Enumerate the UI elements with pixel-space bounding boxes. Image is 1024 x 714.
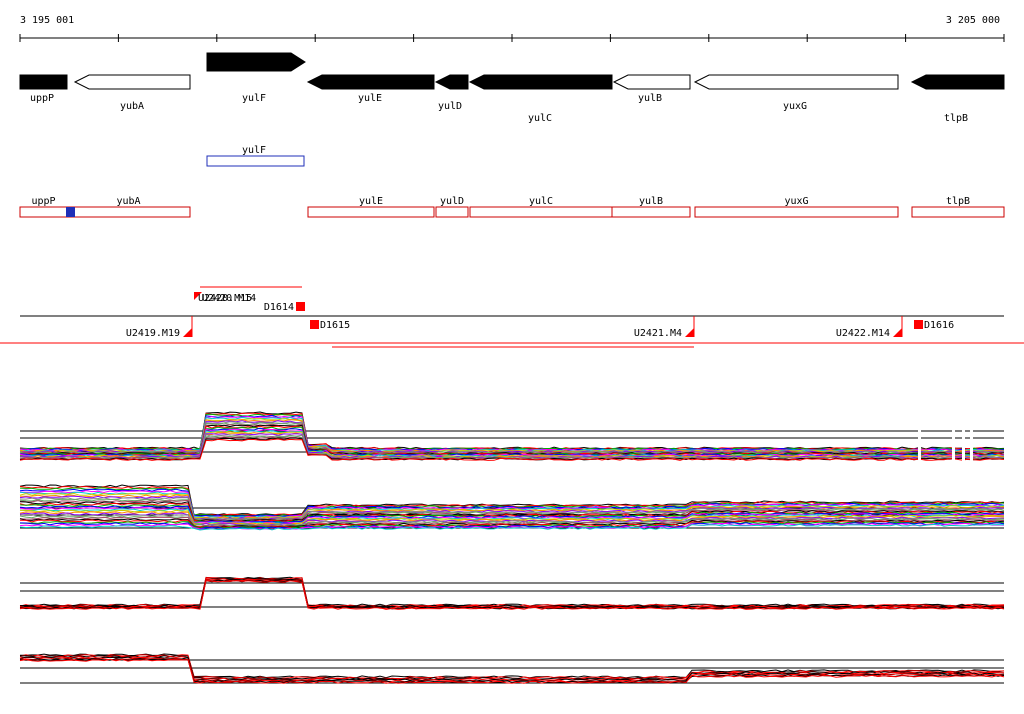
profile-trace [19,416,1005,452]
upshift-marker[interactable] [685,328,694,337]
operon-box-uppp[interactable] [19,206,68,218]
upshift-marker[interactable] [183,328,192,337]
profile-trace [19,656,1005,682]
genome-browser-view: 3 195 001 3 205 000 uppP yubA yulF yulE yulD… [0,15,1024,684]
upshift-marker[interactable] [893,328,902,337]
yulf-feature-label: yulF [242,145,266,156]
downshift-marker[interactable] [310,320,319,329]
gene-arrow-yulb[interactable] [612,74,691,90]
operon-box-yulc[interactable] [469,206,613,218]
profile-panel-4 [19,392,1005,684]
upshift-label: U2419.M19 [126,328,180,339]
gene-arrow-yuxg[interactable] [693,74,899,90]
shift-markers-track: U2419.M19U2420.M15U2420.M14U2421.M4 U2422… [0,286,1024,348]
profile-trace [19,413,1005,451]
operon-label-yulc: yulC [529,196,553,207]
gene-arrow-uppp[interactable] [19,74,68,90]
gene-arrow-yuld[interactable] [434,74,469,90]
operon-box-yuba[interactable] [66,206,191,218]
profile-trace [19,577,1005,608]
downshift-label: D1615 [320,320,350,331]
gene-label-yuld: yulD [438,101,462,112]
data-gap [962,392,965,462]
gene-label-tlpb: tlpB [944,113,968,124]
gene-label-yule: yulE [358,93,382,104]
operon-box-yulb[interactable] [611,206,691,218]
yulf-feature-track: yulF [206,145,305,167]
operon-box-yule[interactable] [307,206,435,218]
data-gap [952,392,955,462]
profile-trace [19,417,1005,453]
profile-panel-1 [19,392,1005,462]
ruler-start-label: 3 195 001 [20,15,74,26]
gene-arrow-yulc[interactable] [468,74,613,90]
gene-arrow-tlpb[interactable] [910,74,1005,90]
operon-label-yuld: yulD [440,196,464,207]
operon-label-yule: yulE [359,196,383,207]
gene-label-yulb: yulB [638,93,662,104]
operon-box-yuld[interactable] [435,206,469,218]
ruler-end-label: 3 205 000 [946,15,1000,26]
downshift-marker[interactable] [296,302,305,311]
gene-label-yuxg: yuxG [783,101,807,112]
gene-arrow-yulf[interactable] [206,52,306,72]
downshift-marker[interactable] [914,320,923,329]
gene-label-uppp: uppP [30,93,54,104]
profile-trace [19,576,1005,607]
gene-arrow-yuba[interactable] [73,74,191,90]
yulf-feature-box[interactable] [206,155,305,167]
expression-profiles [19,392,1005,684]
downshift-label: D1616 [924,320,954,331]
operon-label-uppp: uppP [31,196,55,207]
downshift-label: D1614 [264,302,294,313]
operon-label-yuba: yubA [116,196,140,207]
operon-label-tlpb: tlpB [946,196,970,207]
operon-blue-marker [66,207,75,217]
gene-annotation-track: uppP yubA yulF yulE yulD yulC yulB yuxG tlpB [19,52,1005,124]
gene-label-yulf: yulF [242,93,266,104]
profile-panel-2 [19,392,1005,531]
operon-track: uppP yubA yulE yulD yulC yulB yuxG tlpB [19,196,1005,218]
operon-box-yuxg[interactable] [694,206,899,218]
gene-label-yulc: yulC [528,113,552,124]
profile-trace [19,579,1005,610]
data-gap [970,392,973,462]
upshift-overlap-label: U2420.M14 [202,293,256,304]
operon-label-yuxg: yuxG [784,196,808,207]
profile-trace [19,414,1005,452]
gene-label-yuba: yubA [120,101,144,112]
coordinate-ruler: 3 195 001 3 205 000 [19,15,1005,42]
operon-box-tlpb[interactable] [911,206,1005,218]
upshift-label: U2421.M4 [634,328,682,339]
gene-arrow-yule[interactable] [306,74,435,90]
profile-trace [19,415,1005,452]
operon-label-yulb: yulB [639,196,663,207]
data-gap [918,392,921,462]
upshift-label: U2422.M14 [836,328,890,339]
